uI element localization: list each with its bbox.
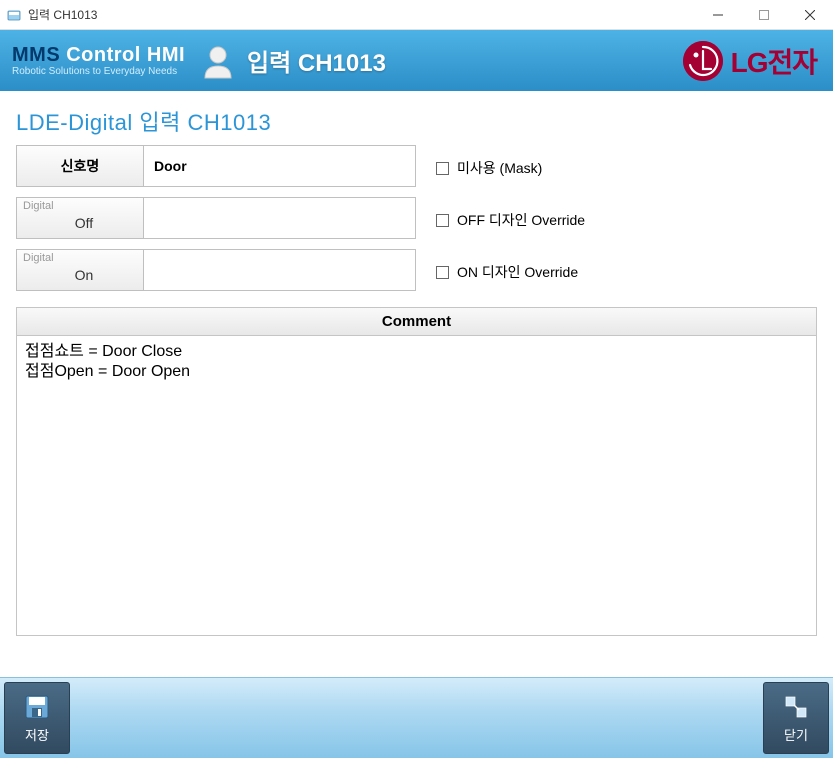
maximize-icon (759, 10, 769, 20)
label-off-mini: Digital (23, 200, 54, 212)
brand-rest: Control HMI (60, 44, 185, 66)
check-mask[interactable] (436, 162, 449, 175)
section-title: LDE-Digital 입력 CH1013 (16, 105, 817, 145)
form-left: 신호명 Digital Off Digital On (16, 145, 416, 303)
window-titlebar: 입력 CH1013 (0, 0, 833, 30)
label-signal: 신호명 (16, 145, 144, 187)
minimize-button[interactable] (695, 0, 741, 29)
label-on-mini: Digital (23, 252, 54, 264)
lg-logo-text: LG전자 (731, 41, 817, 81)
comment-body[interactable]: 접점쇼트 = Door Close 접점Open = Door Open (16, 336, 817, 636)
check-on-override[interactable] (436, 266, 449, 279)
brand-mms: MMS (12, 44, 60, 66)
check-on-override-label: ON 디자인 Override (457, 262, 578, 282)
user-icon (199, 42, 237, 80)
comment-header: Comment (16, 307, 817, 336)
brand-block: MMS Control HMI Robotic Solutions to Eve… (12, 44, 185, 77)
check-off-override[interactable] (436, 214, 449, 227)
window-controls (695, 0, 833, 29)
check-off-override-row: OFF 디자인 Override (436, 199, 817, 241)
brand-title: MMS Control HMI (12, 44, 185, 67)
lg-logo-icon (683, 41, 723, 81)
maximize-button[interactable] (741, 0, 787, 29)
brand-subtitle: Robotic Solutions to Everyday Needs (12, 66, 185, 77)
app-icon (6, 7, 22, 23)
check-mask-row: 미사용 (Mask) (436, 147, 817, 189)
save-button-label: 저장 (25, 725, 49, 744)
close-footer-button[interactable]: 닫기 (763, 682, 829, 754)
header-banner: MMS Control HMI Robotic Solutions to Eve… (0, 30, 833, 91)
check-mask-label: 미사용 (Mask) (457, 158, 542, 178)
row-on: Digital On (16, 249, 416, 291)
label-off-text: Off (75, 215, 93, 231)
page-title: 입력 CH1013 (247, 43, 386, 78)
input-off[interactable] (144, 197, 416, 239)
close-footer-button-label: 닫기 (784, 725, 808, 744)
titlebar-left: 입력 CH1013 (6, 6, 97, 23)
comment-section: Comment 접점쇼트 = Door Close 접점Open = Door … (16, 307, 817, 636)
logo-block: LG전자 (683, 41, 817, 81)
save-icon (23, 693, 51, 721)
input-signal[interactable] (144, 145, 416, 187)
check-off-override-label: OFF 디자인 Override (457, 210, 585, 230)
form-area: 신호명 Digital Off Digital On (16, 145, 817, 303)
input-on[interactable] (144, 249, 416, 291)
label-off: Digital Off (16, 197, 144, 239)
close-footer-icon (782, 693, 810, 721)
form-right: 미사용 (Mask) OFF 디자인 Override ON 디자인 Overr… (436, 145, 817, 303)
label-signal-text: 신호명 (61, 156, 100, 176)
save-button[interactable]: 저장 (4, 682, 70, 754)
row-off: Digital Off (16, 197, 416, 239)
check-on-override-row: ON 디자인 Override (436, 251, 817, 293)
window-title: 입력 CH1013 (28, 6, 97, 23)
close-button[interactable] (787, 0, 833, 29)
row-signal: 신호명 (16, 145, 416, 187)
main-content: LDE-Digital 입력 CH1013 신호명 Digital Off Di… (0, 91, 833, 677)
footer-bar: 저장 닫기 (0, 677, 833, 758)
label-on: Digital On (16, 249, 144, 291)
label-on-text: On (75, 267, 94, 283)
